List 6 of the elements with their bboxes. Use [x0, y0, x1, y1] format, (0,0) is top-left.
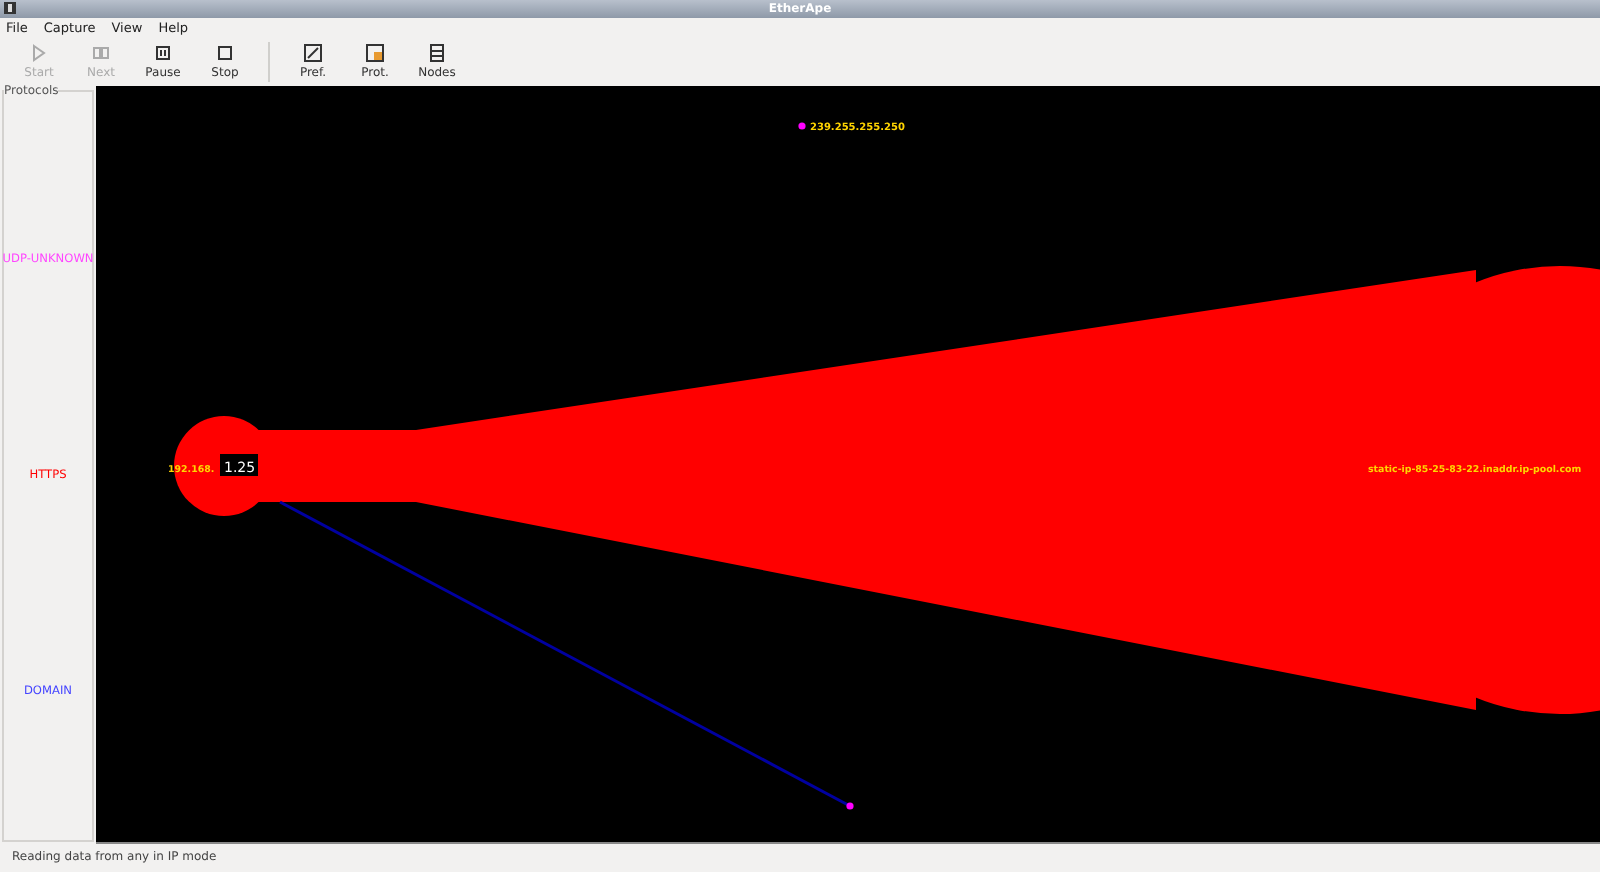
host-node [798, 122, 806, 130]
app-icon [2, 0, 18, 16]
host-node [846, 802, 854, 810]
play-icon [30, 44, 48, 62]
stop-icon [216, 44, 234, 62]
pause-icon [154, 44, 172, 62]
